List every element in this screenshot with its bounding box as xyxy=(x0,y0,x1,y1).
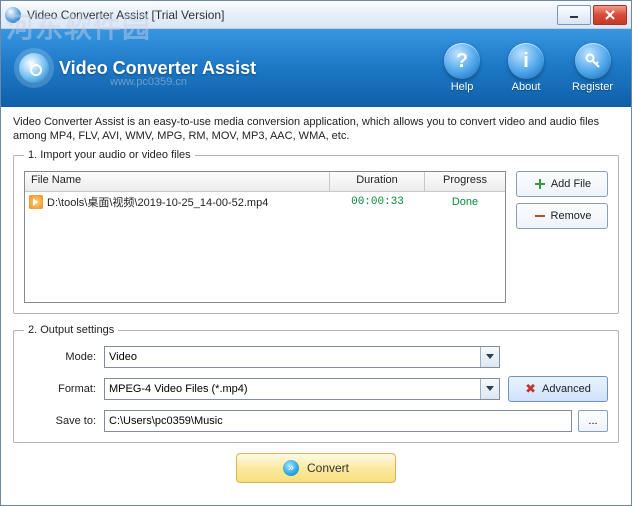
mode-select[interactable]: Video xyxy=(104,346,500,368)
output-fieldset: 2. Output settings Mode: Video Format: M… xyxy=(13,324,619,443)
about-button[interactable]: i About xyxy=(508,43,544,93)
col-filename[interactable]: File Name xyxy=(25,172,330,191)
register-label: Register xyxy=(572,81,613,93)
remove-button[interactable]: Remove xyxy=(516,203,608,229)
register-button[interactable]: Register xyxy=(572,43,613,93)
wrench-icon: ✖ xyxy=(525,381,536,397)
titlebar: Video Converter Assist [Trial Version] xyxy=(1,1,631,29)
import-fieldset: 1. Import your audio or video files File… xyxy=(13,149,619,314)
header: Video Converter Assist ? Help i About Re… xyxy=(1,29,631,107)
key-svg xyxy=(584,52,602,70)
close-button[interactable] xyxy=(593,5,627,25)
help-button[interactable]: ? Help xyxy=(444,43,480,93)
about-label: About xyxy=(512,81,541,93)
app-title: Video Converter Assist xyxy=(59,58,256,79)
gear-icon xyxy=(19,53,49,83)
convert-label: Convert xyxy=(307,461,349,475)
plus-icon xyxy=(533,177,547,191)
advanced-button[interactable]: ✖ Advanced xyxy=(508,376,608,402)
table-row[interactable]: D:\tools\桌面\视频\2019-10-25_14-00-52.mp4 0… xyxy=(25,192,505,212)
file-duration-cell: 00:00:33 xyxy=(330,194,425,210)
output-legend: 2. Output settings xyxy=(24,324,118,336)
add-file-label: Add File xyxy=(551,178,591,190)
import-legend: 1. Import your audio or video files xyxy=(24,149,195,161)
info-icon: i xyxy=(508,43,544,79)
help-icon: ? xyxy=(444,43,480,79)
window-title: Video Converter Assist [Trial Version] xyxy=(27,8,555,22)
add-file-button[interactable]: Add File xyxy=(516,171,608,197)
advanced-label: Advanced xyxy=(542,383,591,395)
app-window: Video Converter Assist [Trial Version] V… xyxy=(0,0,632,506)
content: Video Converter Assist is an easy-to-use… xyxy=(1,107,631,493)
file-name-cell: D:\tools\桌面\视频\2019-10-25_14-00-52.mp4 xyxy=(47,194,268,210)
minimize-icon xyxy=(569,10,579,20)
file-table[interactable]: File Name Duration Progress D:\tools\桌面\… xyxy=(24,171,506,303)
save-to-input[interactable] xyxy=(104,410,572,432)
help-label: Help xyxy=(451,81,474,93)
browse-button[interactable]: ... xyxy=(578,410,608,432)
mode-label: Mode: xyxy=(24,351,96,363)
convert-button[interactable]: » Convert xyxy=(236,453,396,483)
col-progress[interactable]: Progress xyxy=(425,172,505,191)
description-text: Video Converter Assist is an easy-to-use… xyxy=(13,115,619,143)
file-icon xyxy=(29,195,43,209)
format-select[interactable]: MPEG-4 Video Files (*.mp4) xyxy=(104,378,500,400)
close-icon xyxy=(605,10,615,20)
minimize-button[interactable] xyxy=(557,5,591,25)
remove-label: Remove xyxy=(551,210,592,222)
convert-icon: » xyxy=(283,460,299,476)
col-duration[interactable]: Duration xyxy=(330,172,425,191)
minus-icon xyxy=(533,209,547,223)
table-header: File Name Duration Progress xyxy=(25,172,505,192)
file-progress-cell: Done xyxy=(425,194,505,210)
save-to-label: Save to: xyxy=(24,415,96,427)
format-label: Format: xyxy=(24,383,96,395)
app-icon xyxy=(5,7,21,23)
key-icon xyxy=(575,43,611,79)
